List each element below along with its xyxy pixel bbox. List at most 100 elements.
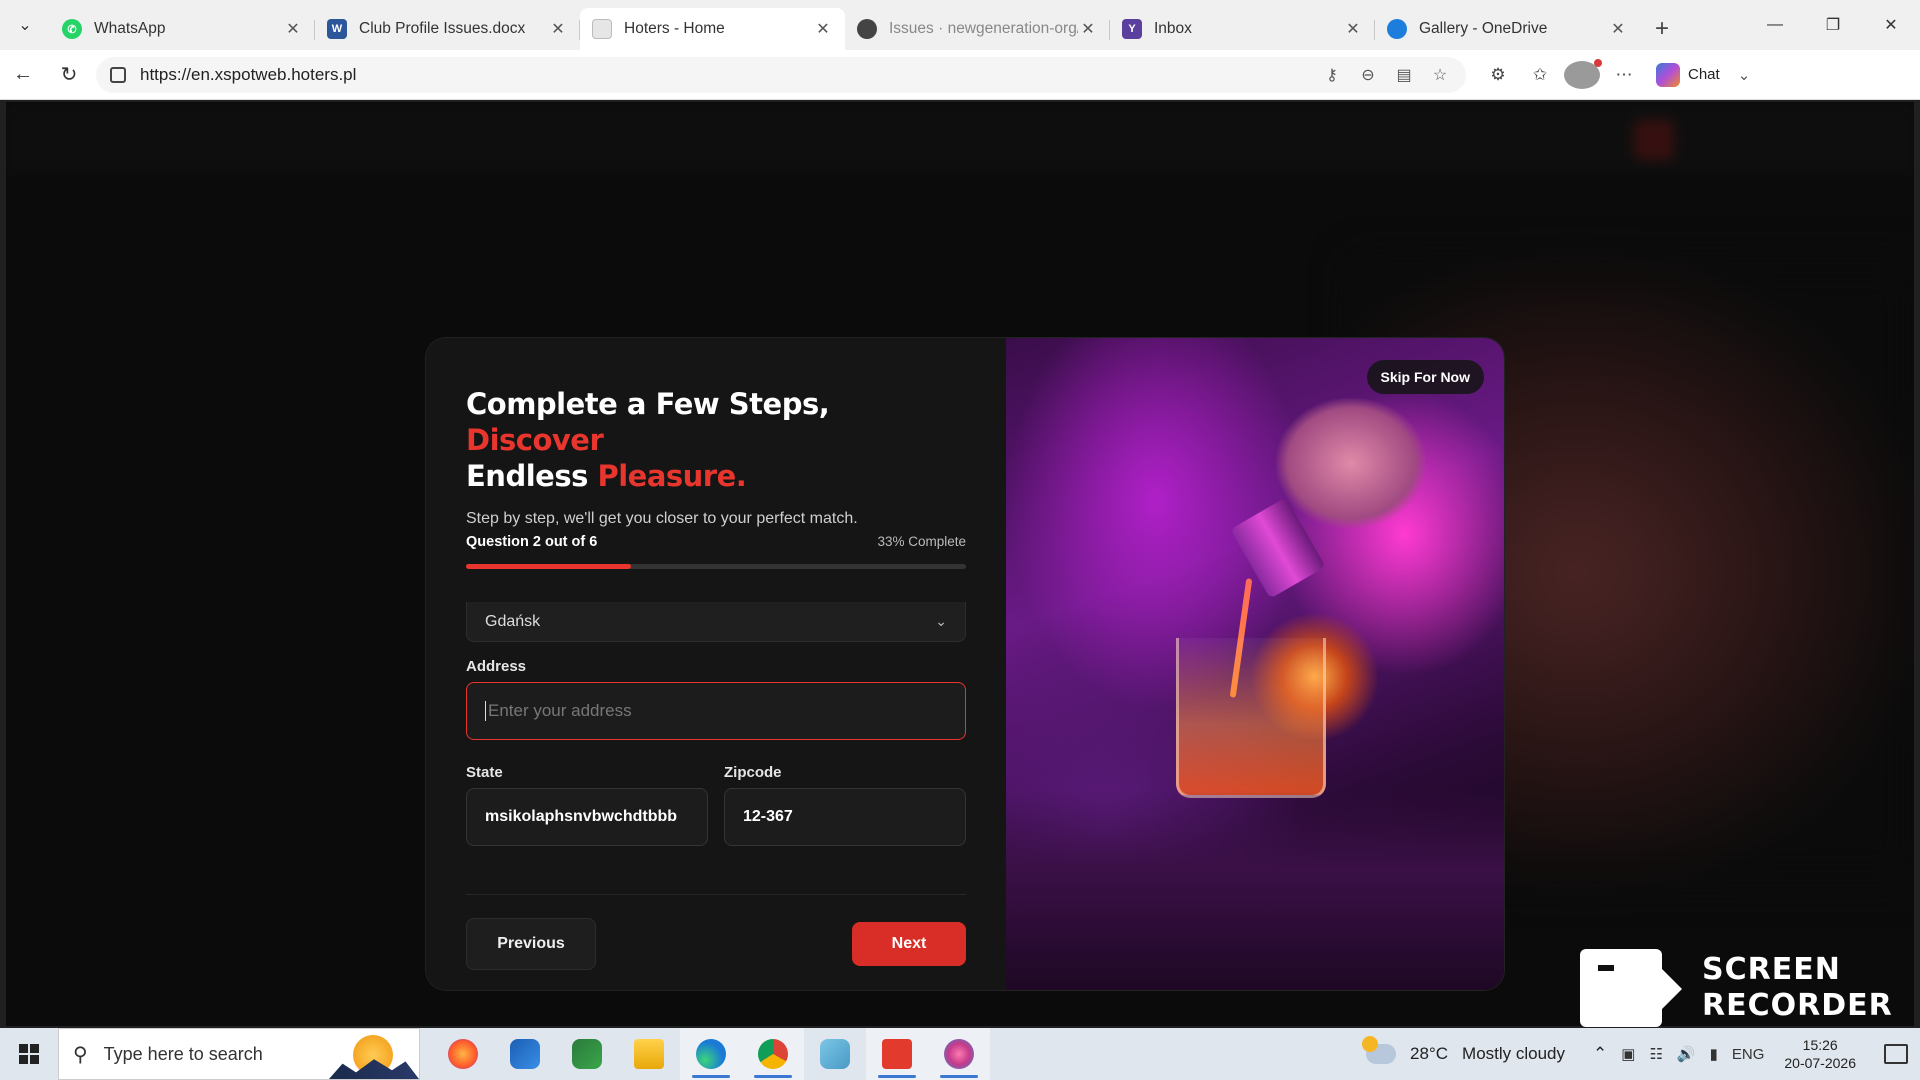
key-icon[interactable]: ⚷ bbox=[1320, 65, 1344, 85]
close-icon[interactable]: ✕ bbox=[1608, 19, 1628, 39]
close-window-button[interactable]: ✕ bbox=[1862, 0, 1920, 50]
recorder-app[interactable] bbox=[866, 1028, 928, 1080]
firefox-app[interactable] bbox=[432, 1028, 494, 1080]
clock[interactable]: 15:26 20-07-2026 bbox=[1784, 1036, 1856, 1072]
modal-subtitle: Step by step, we'll get you closer to yo… bbox=[466, 510, 858, 527]
video-camera-icon bbox=[1580, 949, 1662, 1027]
avatar bbox=[1564, 58, 1602, 89]
notepad-app[interactable] bbox=[804, 1028, 866, 1080]
tab-actions-menu-button[interactable]: ⌄ bbox=[0, 0, 50, 50]
close-icon[interactable]: ✕ bbox=[548, 19, 568, 39]
favorite-star-icon[interactable]: ☆ bbox=[1428, 65, 1452, 85]
firefox-icon bbox=[448, 1039, 478, 1069]
yahoo-icon: Y bbox=[1122, 19, 1142, 39]
profile-button[interactable] bbox=[1564, 58, 1602, 89]
file-explorer-app[interactable] bbox=[618, 1028, 680, 1080]
outlook-app[interactable] bbox=[494, 1028, 556, 1080]
recorder-icon bbox=[882, 1039, 912, 1069]
url-text[interactable]: https://en.xspotweb.hoters.pl bbox=[140, 65, 356, 85]
browser-tab-strip: ⌄ ✆ WhatsApp ✕ W Club Profile Issues.doc… bbox=[0, 0, 1920, 50]
chrome-app[interactable] bbox=[742, 1028, 804, 1080]
clock-date: 20-07-2026 bbox=[1784, 1055, 1856, 1071]
progress-bar-fill bbox=[466, 564, 631, 569]
address-bar[interactable]: https://en.xspotweb.hoters.pl ⚷ ⊖ ▤ ☆ bbox=[96, 56, 1466, 93]
state-input[interactable]: msikolaphsnvbwchdtbbb bbox=[466, 788, 708, 846]
word-icon: W bbox=[327, 19, 347, 39]
restore-button[interactable]: ❐ bbox=[1804, 0, 1862, 50]
close-icon[interactable]: ✕ bbox=[283, 19, 303, 39]
whatsapp-icon: ✆ bbox=[62, 19, 82, 39]
clock-time: 15:26 bbox=[1802, 1037, 1838, 1053]
zipcode-label: Zipcode bbox=[724, 764, 782, 781]
close-icon[interactable]: ✕ bbox=[1343, 19, 1363, 39]
network-icon[interactable]: ☷ bbox=[1649, 1045, 1662, 1063]
page-viewport: Complete a Few Steps, Discover Endless P… bbox=[6, 102, 1914, 1026]
chat-label: Chat bbox=[1688, 66, 1720, 83]
extensions-icon[interactable]: ⚙ bbox=[1480, 65, 1516, 85]
meet-now-icon[interactable]: ▣ bbox=[1621, 1045, 1635, 1063]
weather-description[interactable]: Mostly cloudy bbox=[1462, 1044, 1565, 1064]
progress-info: Question 2 out of 6 33% Complete bbox=[466, 534, 966, 550]
language-indicator[interactable]: ENG bbox=[1732, 1046, 1765, 1063]
headline-accent-2: Pleasure. bbox=[597, 459, 747, 493]
tab-title: Gallery - OneDrive bbox=[1419, 20, 1548, 37]
paint-icon bbox=[944, 1039, 974, 1069]
copilot-icon bbox=[1656, 62, 1680, 87]
weather-icon[interactable] bbox=[1362, 1036, 1397, 1064]
page-icon bbox=[592, 19, 612, 39]
copilot-chat-button[interactable]: Chat ⌄ bbox=[1656, 62, 1751, 87]
favorites-icon[interactable]: ✩ bbox=[1522, 65, 1558, 85]
question-counter: Question 2 out of 6 bbox=[466, 534, 598, 550]
lock-icon[interactable] bbox=[110, 66, 126, 83]
address-placeholder: Enter your address bbox=[488, 701, 632, 720]
state-label: State bbox=[466, 764, 503, 781]
visual-studio-app[interactable] bbox=[556, 1028, 618, 1080]
tab-title: Club Profile Issues.docx bbox=[359, 20, 526, 37]
tab-inbox[interactable]: Y Inbox ✕ bbox=[1110, 8, 1375, 50]
volume-icon[interactable]: 🔊 bbox=[1677, 1045, 1696, 1063]
chevron-down-icon: ⌄ bbox=[18, 17, 32, 34]
tab-club-profile-issues[interactable]: W Club Profile Issues.docx ✕ bbox=[315, 8, 580, 50]
city-select[interactable]: Gdańsk ⌄ bbox=[466, 602, 966, 642]
skip-for-now-button[interactable]: Skip For Now bbox=[1366, 360, 1484, 394]
chevron-up-icon[interactable]: ⌃ bbox=[1593, 1044, 1607, 1064]
city-select-value: Gdańsk bbox=[485, 612, 541, 630]
address-input[interactable]: Enter your address bbox=[466, 682, 966, 740]
tab-hoters-home[interactable]: Hoters - Home ✕ bbox=[580, 8, 845, 50]
pinned-apps bbox=[432, 1028, 990, 1080]
watermark-text: SCREEN RECORDER bbox=[1702, 952, 1893, 1024]
reader-mode-icon[interactable]: ▤ bbox=[1392, 65, 1416, 85]
new-tab-button[interactable]: + bbox=[1640, 8, 1684, 50]
github-icon bbox=[857, 19, 877, 39]
tab-github-issues[interactable]: Issues · newgeneration-org/h ✕ bbox=[845, 8, 1110, 50]
notification-icon[interactable] bbox=[1884, 1044, 1908, 1064]
taskbar-search-box[interactable]: ⚲ Type here to search bbox=[58, 1028, 420, 1080]
start-button[interactable] bbox=[0, 1028, 58, 1080]
back-button[interactable]: ← bbox=[0, 55, 46, 95]
chevron-down-icon: ⌄ bbox=[1737, 66, 1751, 84]
zipcode-input[interactable]: 12-367 bbox=[724, 788, 966, 846]
minimize-icon: — bbox=[1767, 16, 1783, 33]
weather-temperature[interactable]: 28°C bbox=[1410, 1044, 1448, 1064]
close-icon[interactable]: ✕ bbox=[1078, 19, 1098, 39]
tab-gallery-onedrive[interactable]: Gallery - OneDrive ✕ bbox=[1375, 8, 1640, 50]
paint-app[interactable] bbox=[928, 1028, 990, 1080]
reload-button[interactable]: ↻ bbox=[46, 55, 92, 95]
search-icon: ⚲ bbox=[73, 1043, 88, 1066]
close-icon[interactable]: ✕ bbox=[813, 19, 833, 39]
address-label: Address bbox=[466, 658, 527, 675]
next-button[interactable]: Next bbox=[852, 922, 966, 966]
system-tray: 28°C Mostly cloudy ⌃ ▣ ☷ 🔊 ▮ ENG 15:26 2… bbox=[1362, 1036, 1920, 1072]
battery-icon[interactable]: ▮ bbox=[1710, 1045, 1718, 1063]
minimize-button[interactable]: — bbox=[1746, 0, 1804, 50]
tab-whatsapp[interactable]: ✆ WhatsApp ✕ bbox=[50, 8, 315, 50]
previous-button[interactable]: Previous bbox=[466, 918, 596, 970]
more-options-icon[interactable]: ⋯ bbox=[1606, 65, 1642, 85]
zoom-out-icon[interactable]: ⊖ bbox=[1356, 65, 1380, 85]
edge-app[interactable] bbox=[680, 1028, 742, 1080]
photo-bar-counter bbox=[1006, 790, 1504, 990]
divider bbox=[466, 894, 966, 895]
photo-glass bbox=[1176, 638, 1326, 798]
restore-icon: ❐ bbox=[1825, 17, 1841, 34]
tab-title: Hoters - Home bbox=[624, 20, 725, 37]
